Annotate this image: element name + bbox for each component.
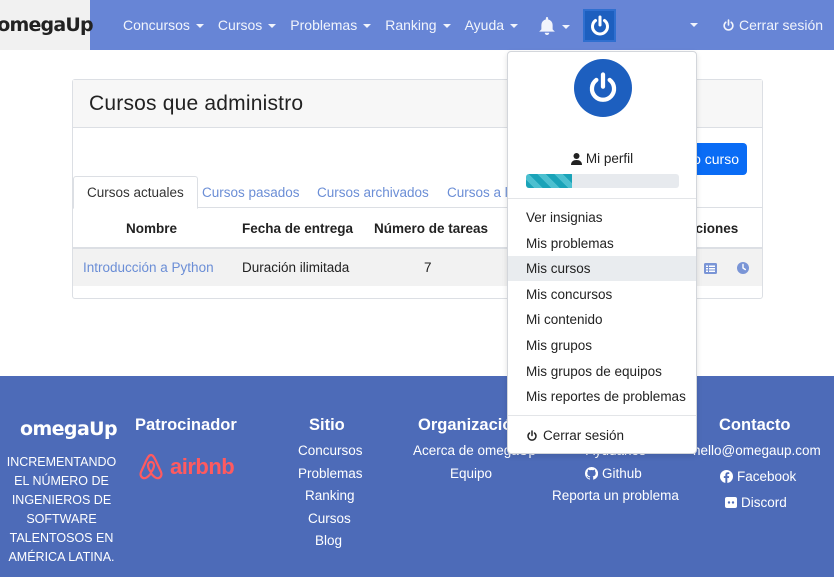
tab-label: Cursos a lo bbox=[447, 184, 516, 200]
top-navbar: omegaUp Concursos Cursos Problemas Ranki… bbox=[0, 0, 834, 50]
chevron-down-icon bbox=[195, 23, 204, 28]
footer-organization-heading: Organizació bbox=[418, 416, 513, 434]
profile-progress-fill bbox=[526, 174, 572, 188]
user-menu-chevron-icon[interactable] bbox=[690, 23, 698, 27]
brand-omega: omega bbox=[0, 14, 66, 36]
course-due: Duración ilimitada bbox=[242, 260, 350, 275]
nav-problemas[interactable]: Problemas bbox=[283, 17, 378, 33]
dropdown-divider bbox=[508, 415, 696, 416]
chevron-down-icon bbox=[442, 23, 451, 28]
nav-concursos-label: Concursos bbox=[123, 17, 190, 33]
user-dropdown-menu: Mi perfil Ver insignias Mis problemas Mi… bbox=[507, 51, 697, 454]
nav-cursos-label: Cursos bbox=[217, 17, 263, 33]
column-header-due: Fecha de entrega bbox=[242, 221, 354, 236]
menu-item-badges[interactable]: Ver insignias bbox=[508, 205, 696, 230]
github-label: Github bbox=[602, 466, 642, 481]
tab-more-courses[interactable]: Cursos a lo bbox=[447, 176, 515, 208]
column-header-tasks: Número de tareas bbox=[374, 221, 489, 236]
new-course-label: o curso bbox=[693, 151, 739, 167]
facebook-icon bbox=[720, 470, 733, 483]
footer-link-concursos[interactable]: Concursos bbox=[298, 443, 363, 458]
course-name-link[interactable]: Introducción a Python bbox=[83, 260, 214, 275]
menu-item-my-courses[interactable]: Mis cursos bbox=[508, 256, 696, 281]
brand-up: Up bbox=[65, 14, 93, 36]
menu-item-my-team-groups[interactable]: Mis grupos de equipos bbox=[508, 359, 696, 384]
tab-past-courses[interactable]: Cursos pasados bbox=[202, 176, 300, 208]
power-icon bbox=[589, 72, 617, 102]
airbnb-icon bbox=[139, 453, 163, 480]
nav-ranking[interactable]: Ranking bbox=[378, 17, 457, 33]
footer-link-team[interactable]: Equipo bbox=[450, 466, 492, 481]
power-icon bbox=[723, 18, 734, 31]
nav-problemas-label: Problemas bbox=[290, 17, 358, 33]
tab-archived-courses[interactable]: Cursos archivados bbox=[317, 176, 429, 208]
nav-ayuda[interactable]: Ayuda bbox=[458, 17, 525, 33]
tab-label: Cursos actuales bbox=[87, 185, 184, 200]
facebook-label: Facebook bbox=[737, 469, 797, 484]
menu-item-my-groups[interactable]: Mis grupos bbox=[508, 333, 696, 358]
logout-button[interactable]: Cerrar sesión bbox=[722, 0, 823, 50]
course-task-count: 7 bbox=[424, 260, 432, 275]
menu-item-my-content[interactable]: Mi contenido bbox=[508, 307, 696, 332]
footer-link-github[interactable]: Github bbox=[585, 466, 642, 481]
nav-ranking-label: Ranking bbox=[385, 17, 437, 33]
footer-link-facebook[interactable]: Facebook bbox=[720, 469, 796, 484]
sponsor-name: airbnb bbox=[170, 454, 235, 479]
footer-link-email[interactable]: hello@omegaup.com bbox=[693, 443, 821, 458]
footer-link-blog[interactable]: Blog bbox=[315, 533, 342, 548]
dropdown-logout-label: Cerrar sesión bbox=[543, 428, 625, 443]
logout-label: Cerrar sesión bbox=[739, 17, 824, 33]
footer-sponsor-heading: Patrocinador bbox=[135, 416, 237, 434]
power-icon bbox=[590, 15, 609, 35]
column-header-name: Nombre bbox=[126, 221, 178, 236]
my-profile-label: Mi perfil bbox=[585, 151, 634, 166]
tab-label: Cursos pasados bbox=[202, 184, 300, 200]
nav-ayuda-label: Ayuda bbox=[464, 17, 505, 33]
dropdown-avatar bbox=[574, 59, 632, 117]
footer-link-discord[interactable]: Discord bbox=[725, 495, 787, 510]
menu-item-my-problems[interactable]: Mis problemas bbox=[508, 231, 696, 256]
footer-link-problemas[interactable]: Problemas bbox=[298, 466, 363, 481]
nav-cursos[interactable]: Cursos bbox=[211, 17, 283, 33]
github-icon bbox=[585, 467, 598, 480]
menu-item-my-problem-reports[interactable]: Mis reportes de problemas bbox=[508, 384, 696, 409]
tab-current-courses[interactable]: Cursos actuales bbox=[73, 176, 198, 209]
footer-contact-heading: Contacto bbox=[719, 416, 791, 434]
nav-concursos[interactable]: Concursos bbox=[116, 17, 211, 33]
footer-tagline: INCREMENTANDO EL NÚMERO DE INGENIEROS DE… bbox=[6, 455, 117, 564]
footer-link-ranking[interactable]: Ranking bbox=[305, 488, 355, 503]
dropdown-logout-button[interactable]: Cerrar sesión bbox=[526, 428, 624, 443]
dropdown-divider bbox=[508, 198, 696, 199]
main-menu: Concursos Cursos Problemas Ranking Ayuda bbox=[116, 0, 525, 50]
brand-logo[interactable]: omegaUp bbox=[0, 0, 94, 50]
discord-icon bbox=[725, 496, 737, 508]
footer-link-report-problem[interactable]: Reporta un problema bbox=[552, 488, 679, 503]
footer-site-heading: Sitio bbox=[309, 416, 345, 434]
discord-label: Discord bbox=[741, 495, 787, 510]
clock-icon[interactable] bbox=[737, 261, 749, 277]
footer-link-cursos[interactable]: Cursos bbox=[308, 511, 351, 526]
sponsor-airbnb-link[interactable]: airbnb bbox=[137, 452, 235, 482]
new-course-button[interactable]: o curso bbox=[689, 143, 747, 175]
chevron-down-icon bbox=[562, 24, 570, 29]
menu-item-my-contests[interactable]: Mis concursos bbox=[508, 282, 696, 307]
notifications-button[interactable] bbox=[538, 15, 572, 37]
footer-logo: omegaUp bbox=[20, 418, 118, 440]
user-icon bbox=[570, 152, 582, 165]
site-footer: omegaUp INCREMENTANDO EL NÚMERO DE INGEN… bbox=[0, 376, 834, 577]
chevron-down-icon bbox=[510, 23, 519, 28]
chevron-down-icon bbox=[363, 23, 372, 28]
tab-label: Cursos archivados bbox=[317, 184, 429, 200]
my-profile-link[interactable]: Mi perfil bbox=[508, 151, 696, 166]
list-icon[interactable] bbox=[704, 261, 717, 277]
bell-icon bbox=[539, 17, 555, 35]
power-icon bbox=[527, 429, 537, 441]
user-avatar-button[interactable] bbox=[583, 9, 616, 42]
chevron-down-icon bbox=[268, 23, 277, 28]
profile-progress-bar bbox=[526, 174, 679, 188]
